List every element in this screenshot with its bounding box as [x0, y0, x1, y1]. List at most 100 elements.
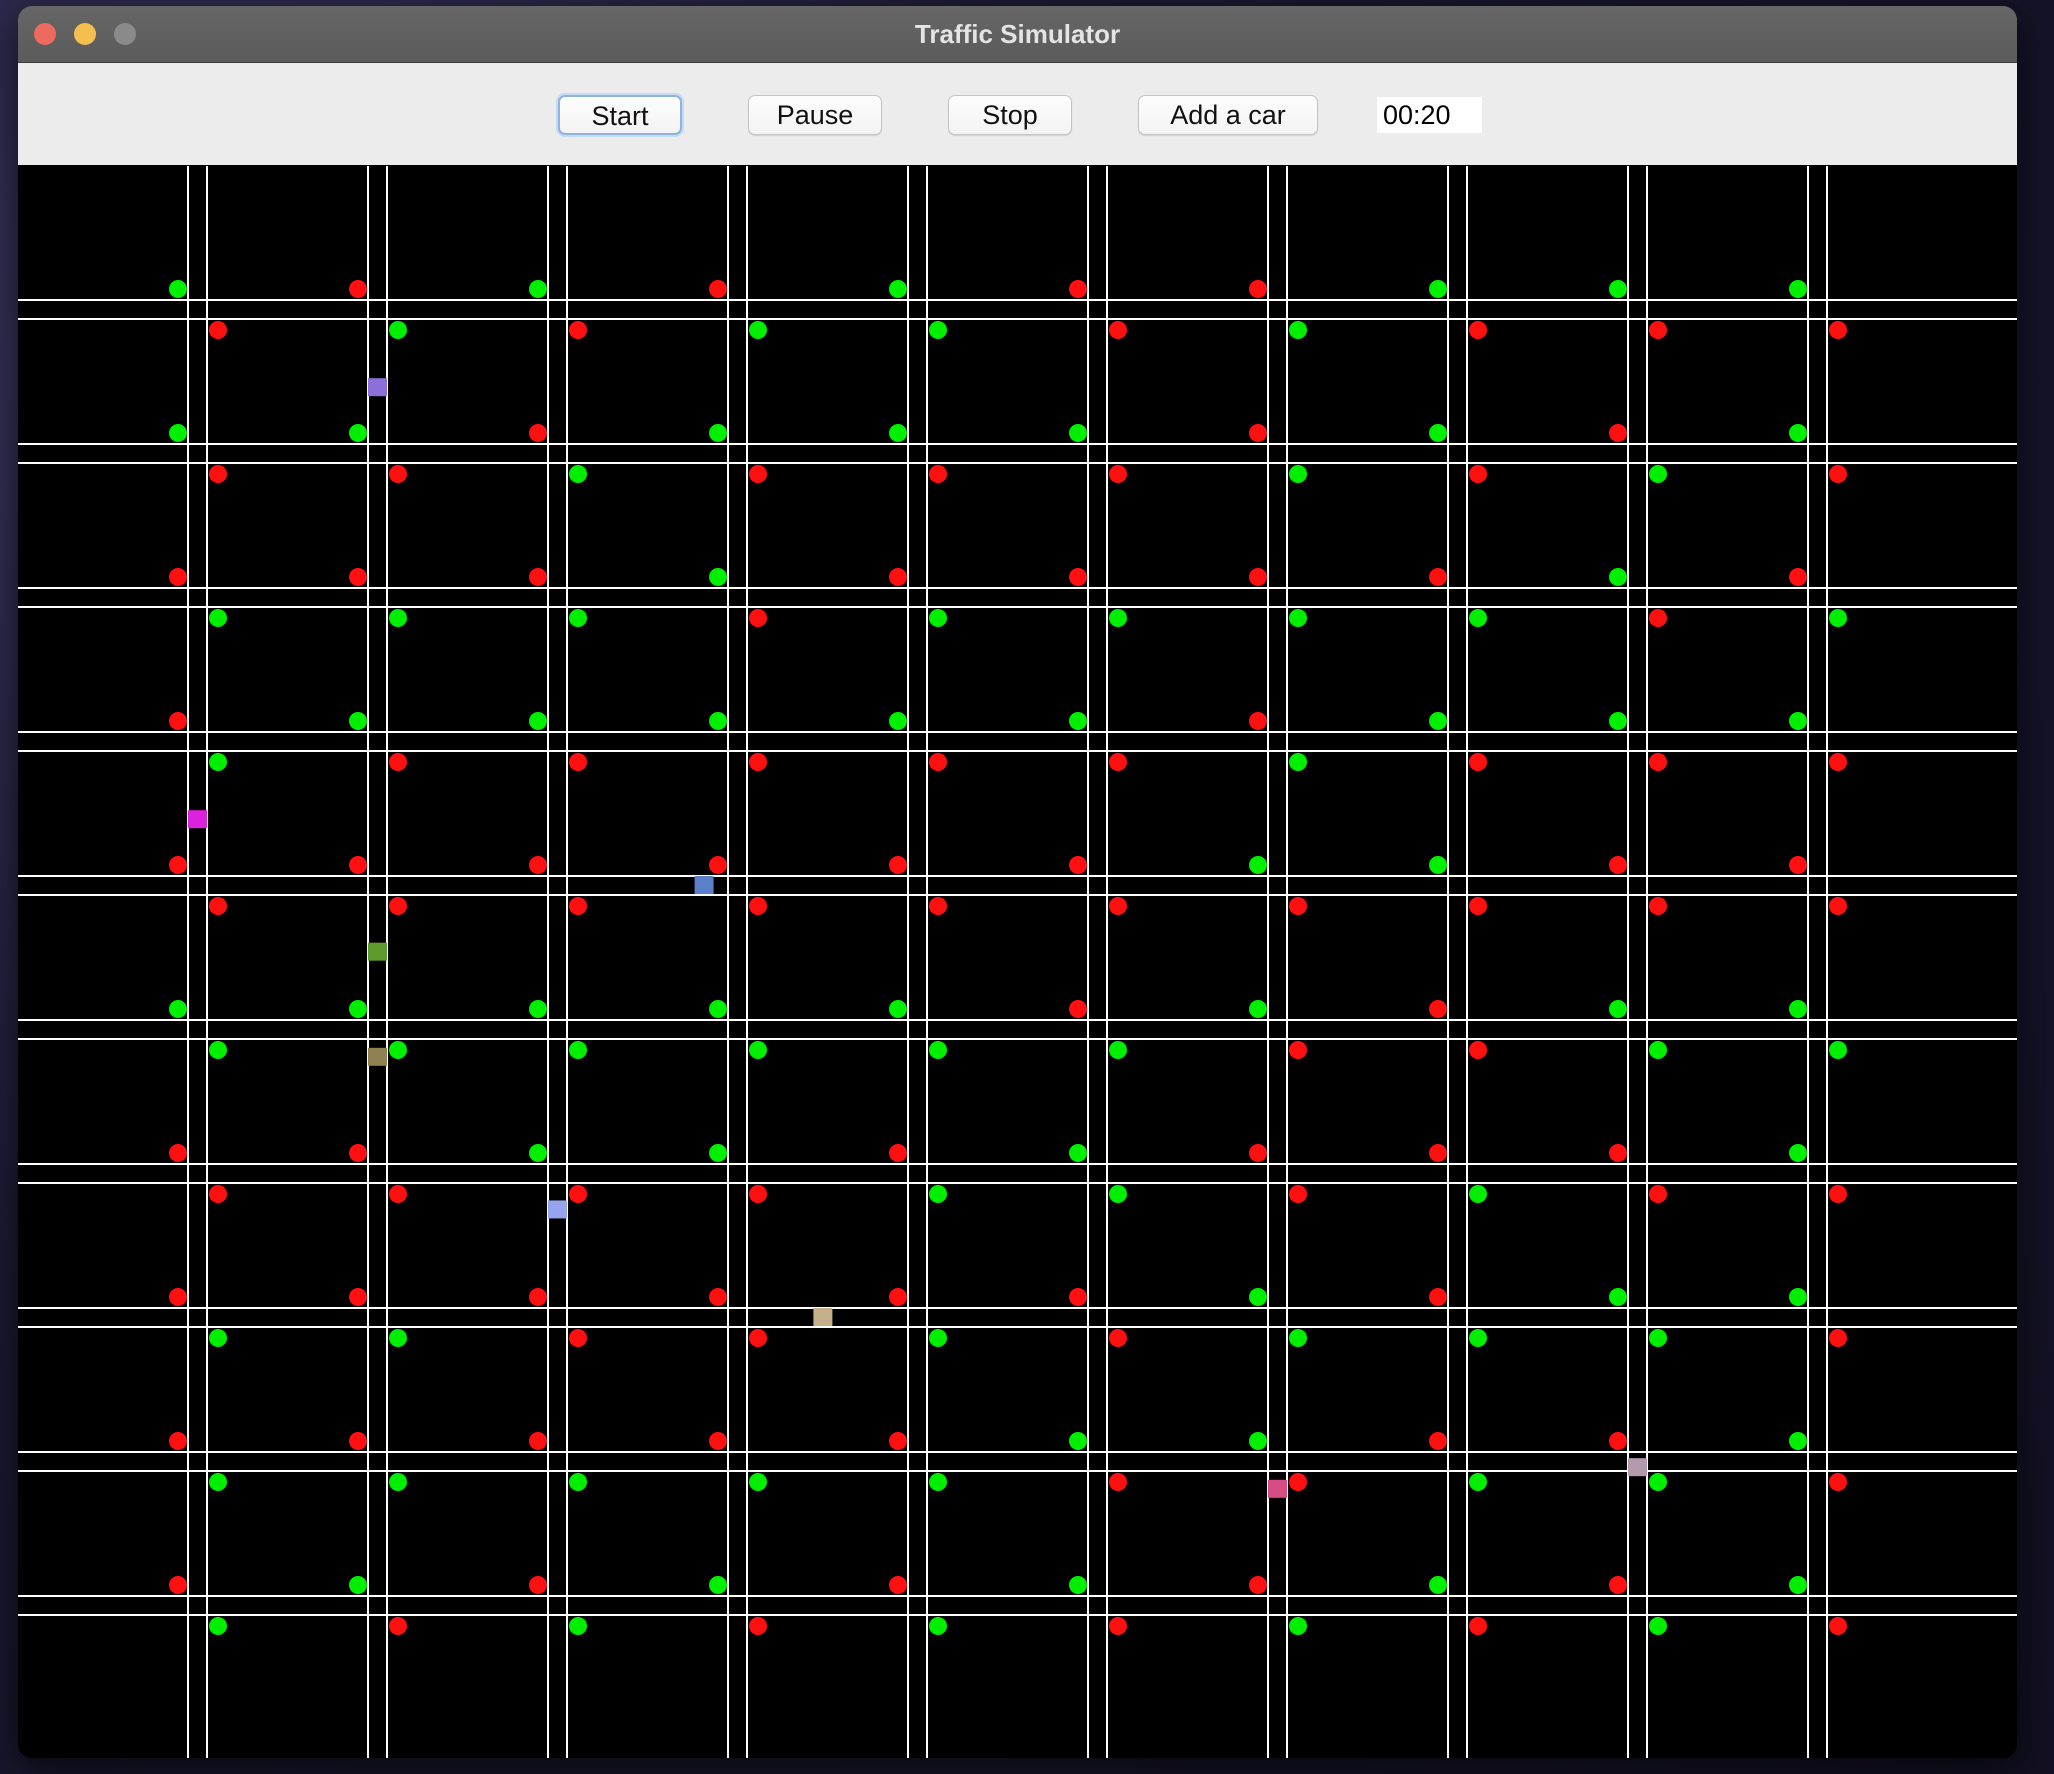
horizontal-road-line	[18, 1163, 2017, 1165]
traffic-light	[889, 1576, 907, 1594]
traffic-light	[1649, 753, 1667, 771]
vertical-road-line	[1826, 166, 1828, 1758]
traffic-light	[349, 1576, 367, 1594]
traffic-light	[929, 753, 947, 771]
traffic-light	[529, 712, 547, 730]
traffic-light	[1249, 1144, 1267, 1162]
traffic-light	[389, 321, 407, 339]
start-button[interactable]: Start	[558, 95, 682, 135]
traffic-light	[169, 1144, 187, 1162]
traffic-light	[1109, 897, 1127, 915]
traffic-light	[1649, 321, 1667, 339]
traffic-light	[1829, 321, 1847, 339]
pause-button[interactable]: Pause	[748, 95, 882, 135]
traffic-light	[929, 321, 947, 339]
traffic-light	[349, 712, 367, 730]
traffic-light	[889, 712, 907, 730]
vertical-road-line	[926, 166, 928, 1758]
title-bar[interactable]: Traffic Simulator	[18, 6, 2017, 63]
horizontal-road-line	[18, 1307, 2017, 1309]
traffic-light	[749, 897, 767, 915]
simulation-canvas[interactable]	[18, 166, 2017, 1758]
traffic-light	[1289, 321, 1307, 339]
traffic-light	[209, 609, 227, 627]
traffic-light	[709, 1000, 727, 1018]
traffic-light	[209, 753, 227, 771]
horizontal-road-line	[18, 894, 2017, 896]
traffic-light	[1469, 1185, 1487, 1203]
traffic-light	[1289, 465, 1307, 483]
traffic-light	[529, 1576, 547, 1594]
traffic-light	[169, 424, 187, 442]
traffic-light	[169, 568, 187, 586]
traffic-light	[209, 321, 227, 339]
traffic-light	[749, 1329, 767, 1347]
traffic-light	[1469, 1473, 1487, 1491]
traffic-light	[349, 1288, 367, 1306]
traffic-light	[569, 753, 587, 771]
add-car-button[interactable]: Add a car	[1138, 95, 1318, 135]
traffic-light	[569, 897, 587, 915]
traffic-light	[569, 1473, 587, 1491]
traffic-light	[1649, 465, 1667, 483]
traffic-light	[1249, 280, 1267, 298]
traffic-light	[1469, 1041, 1487, 1059]
traffic-light	[1789, 1144, 1807, 1162]
traffic-light	[1249, 424, 1267, 442]
traffic-light	[569, 465, 587, 483]
traffic-light	[889, 280, 907, 298]
vertical-road-line	[187, 166, 189, 1758]
elapsed-time-field: 00:20	[1377, 97, 1482, 133]
traffic-light	[1789, 568, 1807, 586]
traffic-light	[1649, 1473, 1667, 1491]
traffic-light	[529, 856, 547, 874]
traffic-light	[169, 1000, 187, 1018]
car	[1628, 1458, 1647, 1477]
traffic-light	[1249, 856, 1267, 874]
traffic-light	[209, 1185, 227, 1203]
vertical-road-line	[206, 166, 208, 1758]
traffic-light	[529, 568, 547, 586]
traffic-light	[929, 465, 947, 483]
traffic-light	[389, 1329, 407, 1347]
traffic-light	[889, 424, 907, 442]
traffic-light	[349, 1144, 367, 1162]
traffic-light	[1469, 1617, 1487, 1635]
traffic-light	[1649, 1329, 1667, 1347]
horizontal-road-line	[18, 1451, 2017, 1453]
traffic-light	[709, 712, 727, 730]
traffic-light	[1829, 465, 1847, 483]
vertical-road-line	[566, 166, 568, 1758]
traffic-light	[1109, 753, 1127, 771]
vertical-road-line	[1286, 166, 1288, 1758]
traffic-light	[889, 568, 907, 586]
traffic-light	[1109, 1041, 1127, 1059]
traffic-light	[1249, 1576, 1267, 1594]
traffic-light	[169, 712, 187, 730]
traffic-light	[1289, 897, 1307, 915]
traffic-light	[1429, 568, 1447, 586]
traffic-light	[209, 897, 227, 915]
traffic-light	[929, 1617, 947, 1635]
traffic-light	[209, 1617, 227, 1635]
traffic-light	[889, 856, 907, 874]
traffic-light	[1829, 897, 1847, 915]
traffic-light	[529, 1432, 547, 1450]
traffic-light	[709, 1576, 727, 1594]
traffic-light	[169, 1432, 187, 1450]
traffic-light	[1829, 753, 1847, 771]
traffic-light	[1829, 1473, 1847, 1491]
car	[368, 1047, 387, 1066]
traffic-light	[1649, 609, 1667, 627]
traffic-light	[569, 321, 587, 339]
traffic-light	[709, 856, 727, 874]
traffic-light	[1069, 1288, 1087, 1306]
traffic-light	[1649, 897, 1667, 915]
traffic-light	[1249, 1288, 1267, 1306]
stop-button[interactable]: Stop	[948, 95, 1072, 135]
horizontal-road-line	[18, 606, 2017, 608]
traffic-light	[1249, 1000, 1267, 1018]
traffic-light	[1789, 280, 1807, 298]
traffic-light	[349, 280, 367, 298]
car	[1268, 1479, 1287, 1498]
